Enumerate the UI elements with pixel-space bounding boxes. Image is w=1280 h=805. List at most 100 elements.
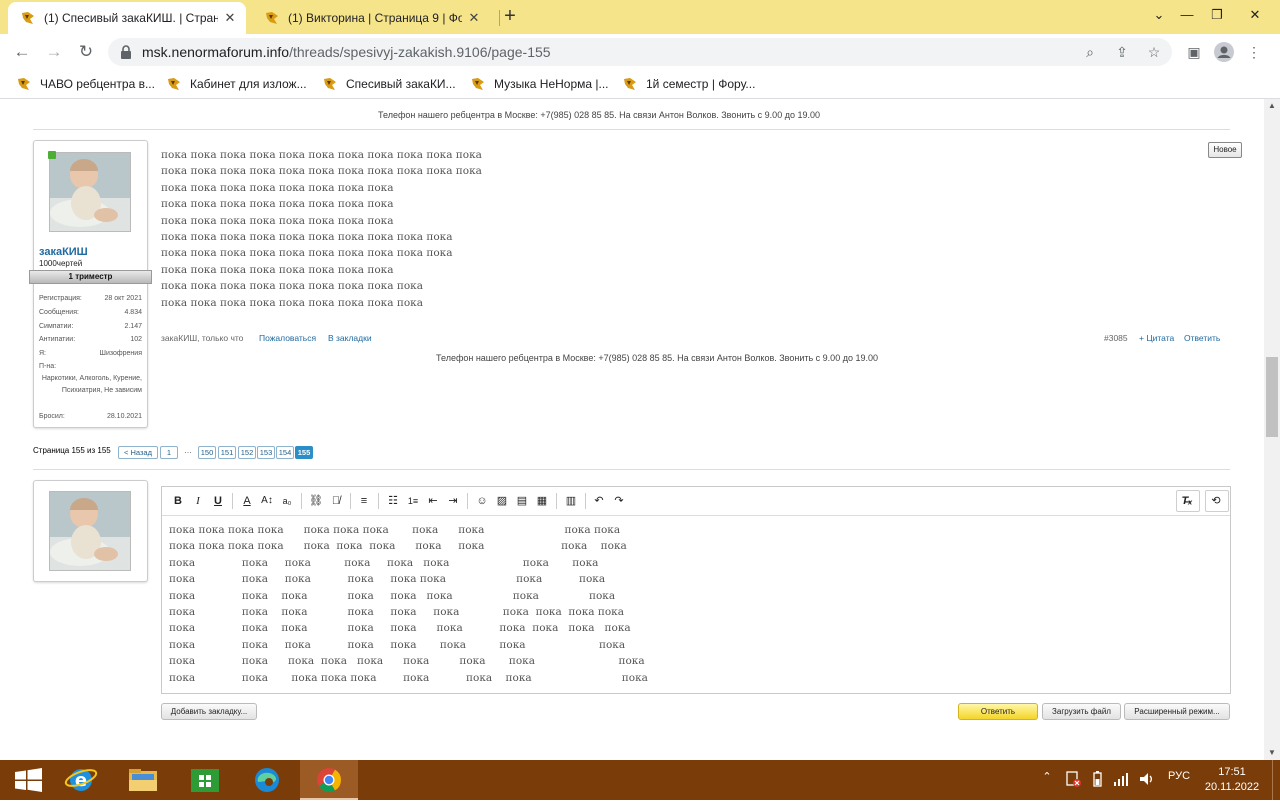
reply-link[interactable]: Ответить bbox=[1184, 333, 1220, 343]
new-tab-icon[interactable]: + bbox=[500, 6, 520, 26]
link-icon[interactable]: ⛓ bbox=[307, 492, 325, 510]
save-draft-icon[interactable]: ▥ bbox=[562, 492, 580, 510]
side-panel-icon[interactable]: ▣ bbox=[1184, 42, 1204, 62]
user-title: 1000чертей bbox=[39, 259, 83, 268]
font-size-icon[interactable]: A↕ bbox=[258, 492, 276, 510]
volume-icon[interactable] bbox=[1138, 770, 1156, 791]
bookmark-star-icon[interactable]: ☆ bbox=[1144, 42, 1164, 62]
pagination-back-button[interactable]: < Назад bbox=[118, 446, 158, 459]
url-text[interactable]: msk.nenormaforum.info/threads/spesivyj-z… bbox=[142, 44, 551, 60]
tab-title: (1) Спесивый закаКИШ. | Страни bbox=[44, 11, 218, 25]
bookmark-item[interactable]: 1й семестр | Фору... bbox=[622, 75, 755, 93]
avatar[interactable] bbox=[49, 152, 131, 232]
add-bookmark-button[interactable]: Добавить закладку... bbox=[161, 703, 257, 720]
scroll-down-icon[interactable]: ▼ bbox=[1264, 746, 1280, 760]
post-number-link[interactable]: #3085 bbox=[1104, 333, 1128, 343]
align-icon[interactable]: ≡ bbox=[355, 492, 373, 510]
bookmark-item[interactable]: Музыка НеНорма |... bbox=[470, 75, 609, 93]
pagination-page[interactable]: 153 bbox=[257, 446, 275, 459]
bookmark-item[interactable]: Спесивый закаКИ... bbox=[322, 75, 456, 93]
tab-close-icon[interactable]: ✕ bbox=[222, 10, 238, 26]
page-scrollbar[interactable]: ▲ ▼ bbox=[1264, 99, 1280, 760]
username-link[interactable]: закаКИШ bbox=[39, 246, 88, 258]
edge-app[interactable] bbox=[238, 760, 296, 800]
taskbar-clock[interactable]: 17:51 20.11.2022 bbox=[1200, 765, 1264, 795]
report-link[interactable]: Пожаловаться bbox=[259, 333, 316, 343]
ie-app[interactable]: e bbox=[52, 760, 110, 800]
bookmark-label: ЧАВО ребцентра в... bbox=[40, 77, 155, 91]
language-indicator[interactable]: РУС bbox=[1164, 770, 1194, 782]
battery-icon[interactable] bbox=[1088, 770, 1106, 791]
network-alert-icon[interactable] bbox=[1064, 770, 1082, 791]
avatar[interactable] bbox=[49, 491, 131, 571]
site-favicon-icon bbox=[472, 78, 484, 90]
reply-button[interactable]: Ответить bbox=[958, 703, 1038, 720]
toggle-bbcode-icon[interactable]: ⟲ bbox=[1207, 492, 1225, 510]
url-host: msk.nenormaforum.info bbox=[142, 44, 290, 60]
stat-key: Антипатии: bbox=[39, 336, 76, 343]
bookmark-item[interactable]: ЧАВО ребцентра в... bbox=[16, 75, 155, 93]
stat-value[interactable]: 4.834 bbox=[124, 309, 142, 316]
quote-link[interactable]: + Цитата bbox=[1139, 333, 1174, 343]
redo-icon[interactable]: ↷ bbox=[610, 492, 628, 510]
advanced-mode-button[interactable]: Расширенный режим... bbox=[1124, 703, 1230, 720]
editor-text-area[interactable]: пока пока пока пока пока пока пока пока … bbox=[169, 522, 648, 686]
stat-value: 28.10.2021 bbox=[106, 413, 142, 420]
media-icon[interactable]: ▤ bbox=[513, 492, 531, 510]
unlink-icon[interactable]: ⛓̸ bbox=[327, 492, 345, 510]
outdent-icon[interactable]: ⇤ bbox=[424, 492, 442, 510]
remove-format-icon[interactable]: T̶ₓ bbox=[1178, 492, 1196, 510]
pagination-page[interactable]: 152 bbox=[238, 446, 256, 459]
store-app[interactable] bbox=[176, 760, 234, 800]
stat-key: Симпатии: bbox=[39, 323, 74, 330]
italic-icon[interactable]: I bbox=[189, 492, 207, 510]
bookmark-label: Кабинет для излож... bbox=[190, 77, 307, 91]
close-window-icon[interactable]: ✕ bbox=[1244, 4, 1266, 26]
bookmark-item[interactable]: Кабинет для излож... bbox=[166, 75, 307, 93]
pagination-page[interactable]: 151 bbox=[218, 446, 236, 459]
reload-icon[interactable]: ↻ bbox=[74, 40, 98, 64]
bold-icon[interactable]: B bbox=[169, 492, 187, 510]
forward-arrow-icon[interactable]: → bbox=[42, 40, 66, 64]
underline-icon[interactable]: U bbox=[209, 492, 227, 510]
tab-search-chevron-icon[interactable]: ⌄ bbox=[1148, 4, 1170, 26]
text-color-icon[interactable]: A bbox=[238, 492, 256, 510]
signal-icon[interactable] bbox=[1112, 770, 1130, 791]
tab-active[interactable]: (1) Спесивый закаКИШ. | Страни ✕ bbox=[8, 2, 246, 34]
show-desktop-button[interactable] bbox=[1272, 760, 1280, 800]
menu-kebab-icon[interactable]: ⋮ bbox=[1244, 42, 1264, 62]
tab-close-icon[interactable]: ✕ bbox=[466, 10, 482, 26]
url-path: /threads/spesivyj-zakakish.9106/page-155 bbox=[289, 44, 551, 60]
image-icon[interactable]: ▨ bbox=[493, 492, 511, 510]
scroll-thumb[interactable] bbox=[1266, 357, 1278, 437]
pagination-page[interactable]: 1 bbox=[160, 446, 178, 459]
address-bar[interactable]: msk.nenormaforum.info/threads/spesivyj-z… bbox=[108, 38, 1172, 66]
back-arrow-icon[interactable]: ← bbox=[10, 40, 34, 64]
bullet-list-icon[interactable]: ☷ bbox=[384, 492, 402, 510]
insert-icon[interactable]: ▦ bbox=[533, 492, 551, 510]
file-explorer-app[interactable] bbox=[114, 760, 172, 800]
share-icon[interactable]: ⇪ bbox=[1112, 42, 1132, 62]
profile-avatar-icon[interactable] bbox=[1214, 42, 1234, 62]
zoom-search-icon[interactable]: ⌕ bbox=[1080, 42, 1100, 62]
message-line: пока пока пока пока пока пока пока пока … bbox=[161, 165, 482, 178]
scroll-up-icon[interactable]: ▲ bbox=[1264, 99, 1280, 113]
pagination-page[interactable]: 154 bbox=[276, 446, 294, 459]
smiley-icon[interactable]: ☺ bbox=[473, 492, 491, 510]
pagination-page[interactable]: 150 bbox=[198, 446, 216, 459]
font-family-icon[interactable]: a₀ bbox=[278, 492, 296, 510]
minimize-icon[interactable]: — bbox=[1176, 4, 1198, 26]
tab-inactive[interactable]: (1) Викторина | Страница 9 | Фо ✕ bbox=[252, 2, 490, 34]
restore-icon[interactable]: ❐ bbox=[1206, 4, 1228, 26]
chrome-app[interactable] bbox=[300, 760, 358, 800]
site-favicon-icon bbox=[624, 78, 636, 90]
upload-file-button[interactable]: Загрузить файл bbox=[1042, 703, 1121, 720]
undo-icon[interactable]: ↶ bbox=[590, 492, 608, 510]
bookmark-link[interactable]: В закладки bbox=[328, 333, 372, 343]
start-button[interactable] bbox=[0, 760, 58, 800]
indent-icon[interactable]: ⇥ bbox=[444, 492, 462, 510]
editor-line: пока пока пока пока пока пока пока пока … bbox=[169, 622, 631, 635]
site-favicon-icon bbox=[18, 78, 30, 90]
tray-overflow-icon[interactable]: ⌃ bbox=[1040, 770, 1054, 783]
numbered-list-icon[interactable]: 1≡ bbox=[404, 492, 422, 510]
